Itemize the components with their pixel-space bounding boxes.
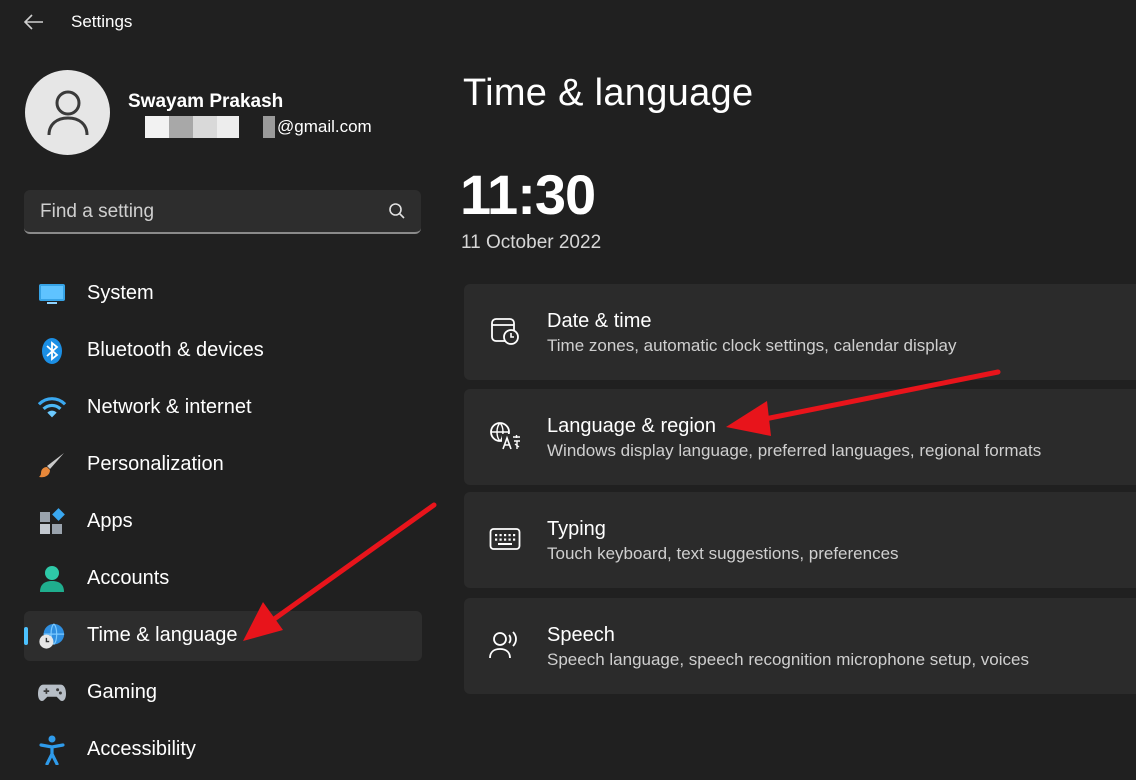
redacted-block — [169, 116, 193, 138]
search-icon[interactable] — [387, 201, 407, 221]
card-title: Language & region — [547, 415, 717, 437]
sidebar-item-label: Gaming — [87, 681, 158, 703]
card-typing[interactable]: Typing Touch keyboard, text suggestions,… — [464, 492, 1136, 588]
page-title: Time & language — [463, 72, 754, 114]
sidebar-item-gaming[interactable]: Gaming — [24, 668, 422, 718]
sidebar-item-label: Network & internet — [87, 396, 252, 418]
redacted-block — [193, 116, 217, 138]
card-title: Typing — [547, 518, 606, 540]
accessibility-icon — [38, 735, 66, 765]
sidebar-item-label: Apps — [87, 510, 133, 532]
sidebar-item-time-language[interactable]: Time & language — [24, 611, 422, 661]
sidebar-item-label: Bluetooth & devices — [87, 339, 264, 361]
brush-icon — [38, 451, 66, 479]
sidebar-item-personalization[interactable]: Personalization — [24, 440, 422, 490]
selection-indicator — [24, 627, 28, 645]
card-description: Time zones, automatic clock settings, ca… — [547, 336, 957, 355]
apps-icon — [38, 508, 66, 536]
language-icon — [488, 419, 522, 453]
keyboard-icon — [488, 522, 522, 556]
sidebar-item-label: Time & language — [87, 624, 238, 646]
back-arrow-icon — [24, 14, 43, 30]
clock-date: 11 October 2022 — [461, 232, 602, 253]
sidebar-item-system[interactable]: System — [24, 269, 422, 319]
card-title: Speech — [547, 624, 615, 646]
app-title: Settings — [71, 12, 133, 31]
card-language-region[interactable]: Language & region Windows display langua… — [464, 389, 1136, 485]
gamepad-icon — [38, 679, 66, 707]
card-date-time[interactable]: Date & time Time zones, automatic clock … — [464, 284, 1136, 380]
sidebar-item-network[interactable]: Network & internet — [24, 383, 422, 433]
user-name: Swayam Prakash — [128, 91, 284, 112]
sidebar-item-label: Personalization — [87, 453, 224, 475]
sidebar-item-label: Accounts — [87, 567, 170, 589]
wifi-icon — [38, 394, 66, 422]
avatar[interactable] — [25, 70, 110, 155]
card-description: Touch keyboard, text suggestions, prefer… — [547, 544, 899, 563]
search-box[interactable] — [24, 190, 421, 234]
sidebar-item-accounts[interactable]: Accounts — [24, 554, 422, 604]
back-button[interactable] — [20, 8, 48, 36]
person-outline-icon — [47, 90, 88, 135]
person-icon — [38, 565, 66, 593]
card-speech[interactable]: Speech Speech language, speech recogniti… — [464, 598, 1136, 694]
search-input[interactable] — [24, 190, 382, 234]
sidebar-item-label: System — [87, 282, 154, 304]
card-title: Date & time — [547, 310, 652, 332]
sidebar-item-bluetooth[interactable]: Bluetooth & devices — [24, 326, 422, 376]
globe-clock-icon — [38, 622, 66, 650]
card-description: Windows display language, preferred lang… — [547, 441, 1042, 460]
user-email: @gmail.com — [145, 116, 372, 138]
card-description: Speech language, speech recognition micr… — [547, 650, 1029, 669]
bluetooth-icon — [38, 337, 66, 365]
redacted-block — [145, 116, 169, 138]
calendar-clock-icon — [488, 314, 522, 348]
speech-icon — [488, 628, 522, 662]
monitor-icon — [38, 280, 66, 308]
sidebar-item-apps[interactable]: Apps — [24, 497, 422, 547]
sidebar-item-accessibility[interactable]: Accessibility — [24, 725, 422, 775]
redacted-block — [263, 116, 275, 138]
email-suffix: @gmail.com — [277, 117, 372, 136]
redacted-block — [217, 116, 239, 138]
clock-time: 11:30 — [460, 163, 596, 226]
redacted-block — [239, 116, 263, 138]
sidebar-item-label: Accessibility — [87, 738, 196, 760]
